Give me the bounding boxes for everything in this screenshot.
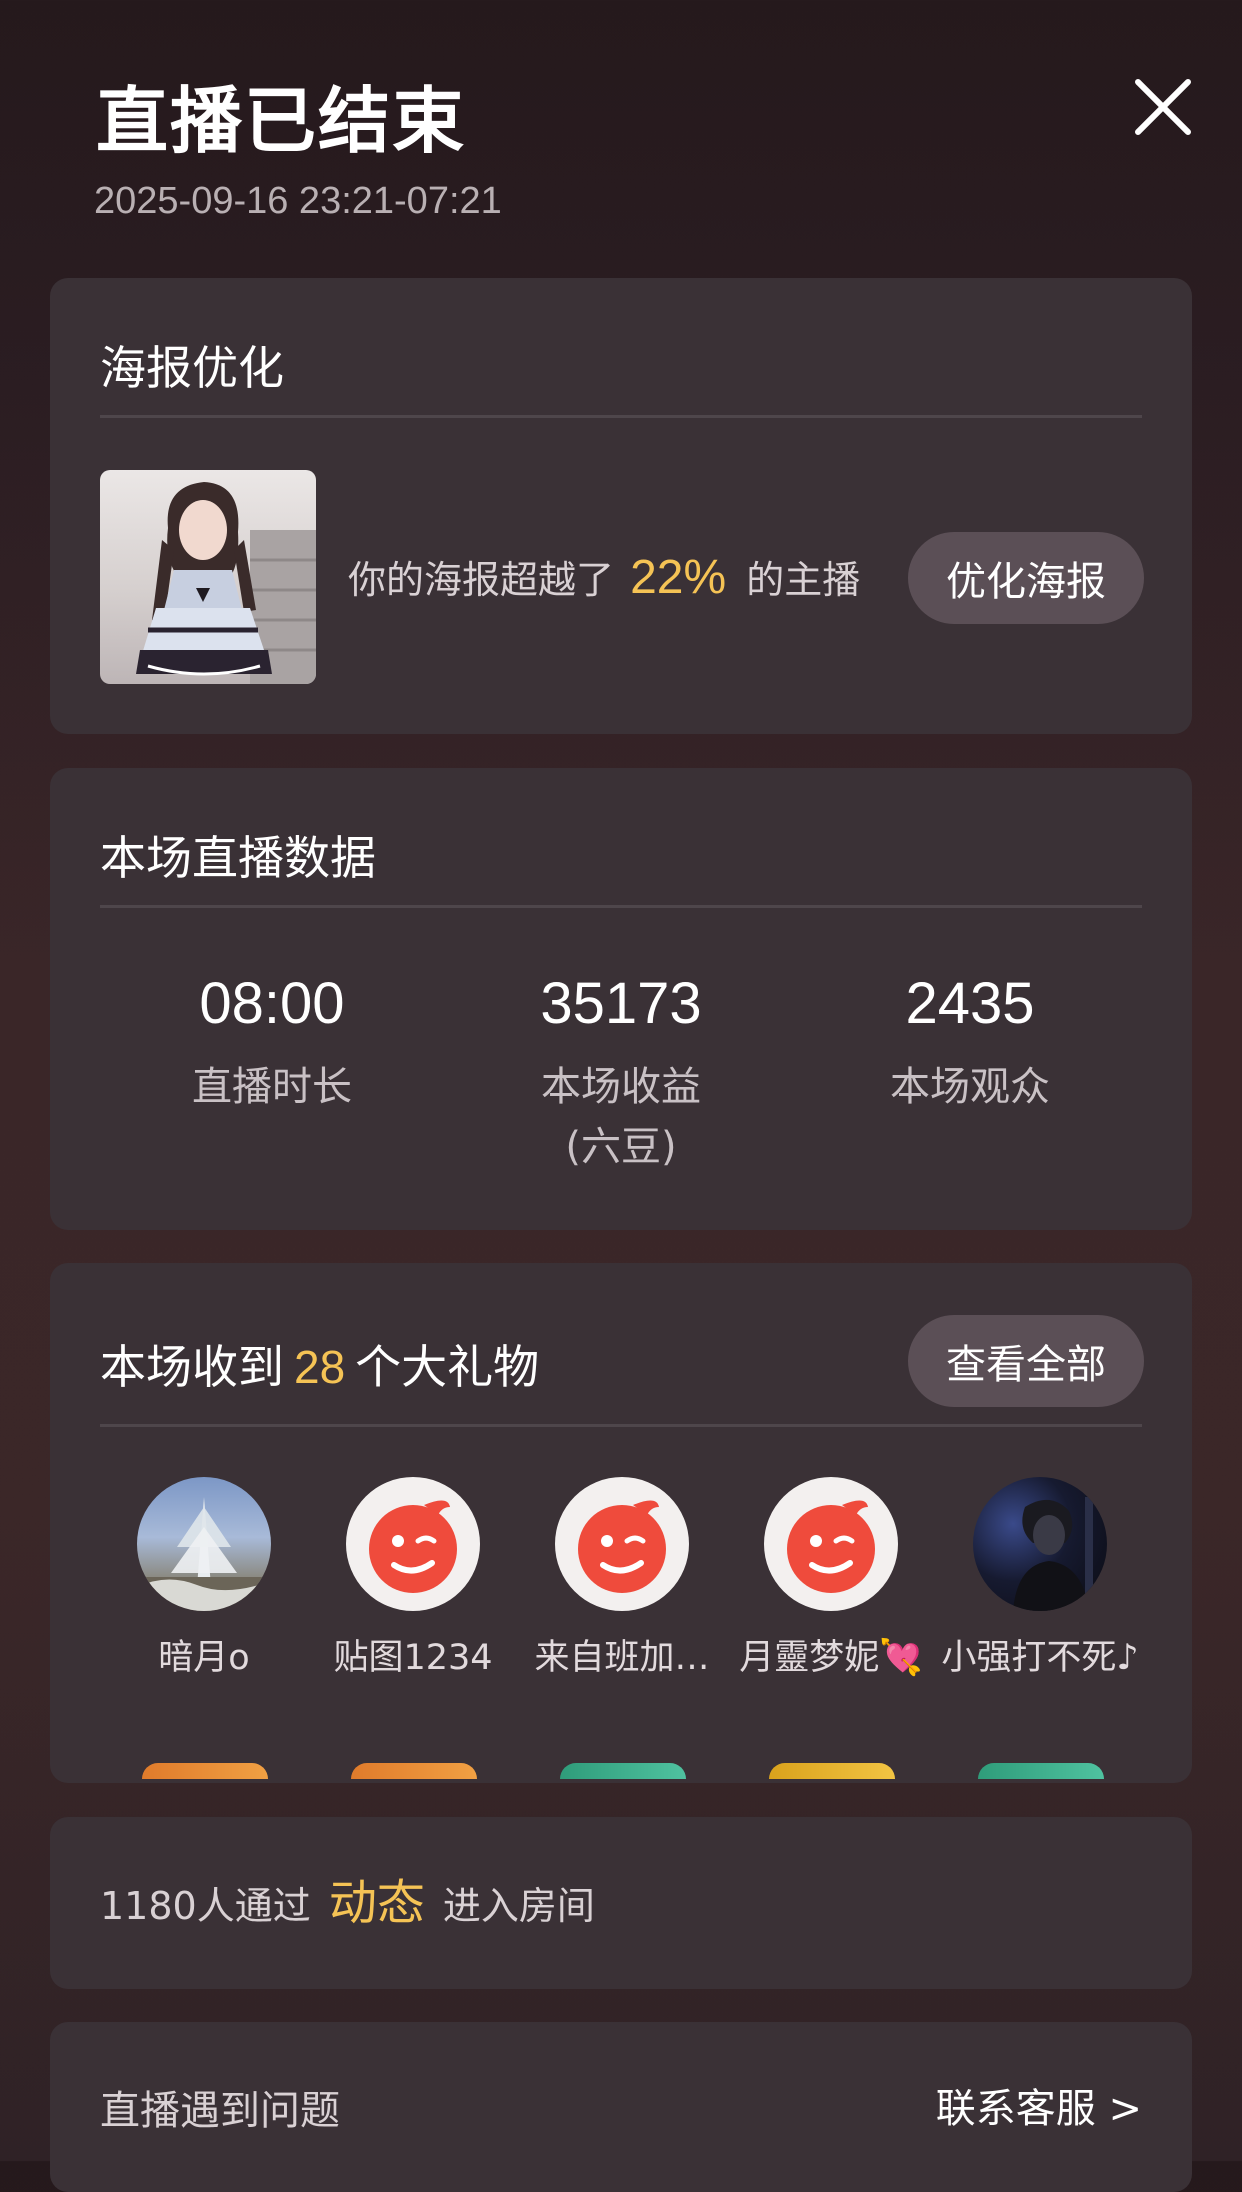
stat-viewers: 2435 本场观众 (820, 970, 1120, 1117)
stat-value: 35173 (540, 971, 702, 1036)
stat-value: 08:00 (199, 971, 345, 1036)
gifter-name: 贴图1234 (333, 1638, 493, 1678)
gifts-section-title: 本场收到 28 个大礼物 (100, 1331, 539, 1397)
gifts-title-prefix: 本场收到 (100, 1340, 284, 1394)
gifts-title-suffix: 个大礼物 (355, 1340, 540, 1394)
divider (100, 905, 1142, 908)
divider (100, 1424, 1142, 1427)
level-badge (351, 1763, 477, 1779)
stat-sublabel: (六豆) (565, 1124, 677, 1170)
poster-ranking-suffix: 的主播 (746, 558, 861, 602)
gift-count: 28 (294, 1341, 346, 1393)
stat-earnings: 35173 本场收益 (六豆) (471, 970, 771, 1177)
avatar (137, 1477, 271, 1611)
live-time-range: 2025-09-16 23:21-07:21 (94, 180, 502, 222)
stat-label: 本场观众 (890, 1064, 1050, 1110)
page-title: 直播已结束 (96, 79, 467, 163)
stat-label: 本场收益 (541, 1064, 701, 1110)
live-stats-card: 本场直播数据 08:00 直播时长 35173 本场收益 (六豆) 2435 本… (50, 768, 1192, 1230)
stat-duration: 08:00 直播时长 (122, 970, 422, 1117)
gifter-item[interactable]: 暗月o (99, 1477, 309, 1680)
dynamic-link[interactable]: 动态 (329, 1875, 425, 1931)
level-badge (560, 1763, 686, 1779)
optimize-poster-button[interactable]: 优化海报 (908, 532, 1144, 624)
poster-optimization-card: 海报优化 你的海报超越了 22% 的主播 优化海报 (50, 278, 1192, 734)
poster-section-title: 海报优化 (100, 341, 284, 395)
big-gifts-card: 本场收到 28 个大礼物 查看全部 暗月o 贴图1234 来自班加… 月靈梦妮💘… (50, 1263, 1192, 1783)
gifter-item[interactable]: 来自班加… (517, 1477, 727, 1680)
level-badge (978, 1763, 1104, 1779)
dynamic-entry-card: 1180人通过 动态 进入房间 (50, 1817, 1192, 1989)
live-problem-card: 直播遇到问题 联系客服 > (50, 2022, 1192, 2192)
wink-face-logo-icon (555, 1477, 689, 1611)
divider (100, 415, 1142, 418)
wink-face-logo-icon (764, 1477, 898, 1611)
level-badge (142, 1763, 268, 1779)
poster-ranking-text: 你的海报超越了 22% 的主播 (348, 550, 860, 608)
live-problem-label: 直播遇到问题 (100, 2088, 340, 2134)
poster-ranking-percent: 22% (630, 551, 727, 604)
stat-label: 直播时长 (192, 1064, 352, 1110)
gifter-item[interactable]: 贴图1234 (308, 1477, 518, 1680)
avatar (973, 1477, 1107, 1611)
contact-support-link[interactable]: 联系客服 > (936, 2076, 1142, 2134)
dynamic-entry-text: 1180人通过 动态 进入房间 (100, 1869, 595, 1940)
close-icon[interactable] (1132, 76, 1194, 138)
level-badge (769, 1763, 895, 1779)
gifter-item[interactable]: 小强打不死♪ (935, 1477, 1145, 1680)
gifter-name: 暗月o (158, 1638, 250, 1678)
gifter-name: 月靈梦妮💘 (739, 1638, 923, 1678)
wink-face-logo-icon (346, 1477, 480, 1611)
gifter-item[interactable]: 月靈梦妮💘 (726, 1477, 936, 1680)
dynamic-entry-prefix: 1180人通过 (100, 1884, 311, 1928)
stats-section-title: 本场直播数据 (100, 831, 376, 885)
gifter-name: 小强打不死♪ (941, 1638, 1139, 1678)
gifter-name: 来自班加… (534, 1638, 710, 1678)
view-all-gifts-button[interactable]: 查看全部 (908, 1315, 1144, 1407)
stat-value: 2435 (905, 971, 1035, 1036)
poster-ranking-prefix: 你的海报超越了 (348, 558, 615, 602)
poster-thumbnail[interactable] (100, 470, 316, 684)
dynamic-entry-suffix: 进入房间 (442, 1884, 595, 1928)
